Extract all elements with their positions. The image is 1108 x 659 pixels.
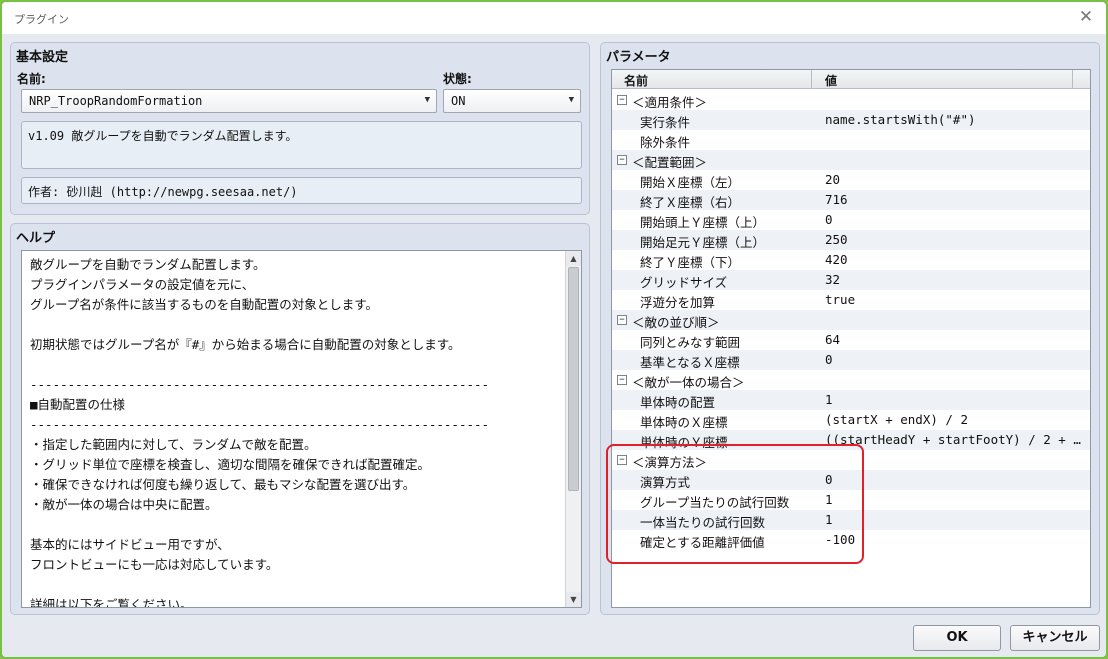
parameter-row[interactable]: 終了Ｙ座標（下） 420: [612, 250, 1090, 270]
parameter-name: グリッドサイズ: [640, 275, 728, 290]
parameter-row[interactable]: 開始頭上Ｙ座標（上） 0: [612, 210, 1090, 230]
parameter-name: 除外条件: [640, 135, 691, 150]
scroll-down-icon[interactable]: ▼: [566, 592, 581, 607]
collapse-icon[interactable]: −: [617, 155, 627, 165]
dialog-body: 基本設定 名前: NRP_TroopRandomFormation ▼ 状態: …: [2, 34, 1106, 657]
plugin-name-select[interactable]: NRP_TroopRandomFormation ▼: [21, 89, 437, 113]
cancel-button[interactable]: キャンセル: [1010, 625, 1100, 651]
close-icon[interactable]: ✕: [1076, 7, 1096, 27]
description-field[interactable]: v1.09 敵グループを自動でランダム配置します。: [21, 121, 582, 169]
chevron-down-icon: ▼: [424, 95, 430, 105]
parameter-name: 単体時の配置: [640, 395, 716, 410]
help-group: ヘルプ 敵グループを自動でランダム配置します。 プラグインパラメータの設定値を元…: [10, 223, 590, 615]
parameter-name: 開始Ｘ座標（左）: [640, 175, 741, 190]
status-value: ON: [451, 94, 466, 108]
help-scrollbar[interactable]: ▲ ▼: [565, 251, 581, 607]
parameter-name: ＜敵の並び順＞: [632, 315, 720, 330]
parameter-row[interactable]: 単体時の配置 1: [612, 390, 1090, 410]
help-text-area[interactable]: 敵グループを自動でランダム配置します。 プラグインパラメータの設定値を元に、 グ…: [21, 250, 582, 608]
parameter-group-row[interactable]: − ＜敵の並び順＞: [612, 310, 1090, 330]
scroll-up-icon[interactable]: ▲: [566, 251, 581, 266]
parameter-value: 32: [825, 272, 841, 287]
plugin-dialog: プラグイン ✕ 基本設定 名前: NRP_TroopRandomFormatio…: [0, 0, 1108, 659]
parameter-name: 基準となるＸ座標: [640, 355, 740, 370]
collapse-icon[interactable]: −: [617, 95, 627, 105]
column-header-name[interactable]: 名前: [624, 72, 648, 89]
collapse-icon[interactable]: −: [617, 375, 627, 385]
parameter-row[interactable]: 実行条件 name.startsWith("#"): [612, 110, 1090, 130]
parameter-name: ＜敵が一体の場合＞: [632, 375, 745, 390]
parameter-value: 1: [825, 392, 833, 407]
title-bar: プラグイン ✕: [2, 2, 1106, 34]
parameter-group-row[interactable]: − ＜配置範囲＞: [612, 150, 1090, 170]
parameter-value: 64: [825, 332, 841, 347]
highlight-box: [606, 444, 864, 564]
parameter-row[interactable]: 除外条件: [612, 130, 1090, 150]
help-text: 敵グループを自動でランダム配置します。 プラグインパラメータの設定値を元に、 グ…: [30, 257, 490, 608]
scroll-thumb[interactable]: [568, 267, 579, 491]
author-field[interactable]: 作者: 砂川赳 (http://newpg.seesaa.net/): [21, 177, 582, 204]
parameter-value: 0: [825, 352, 833, 367]
parameter-name: 開始足元Ｙ座標（上）: [640, 235, 766, 250]
parameter-row[interactable]: 終了Ｘ座標（右） 716: [612, 190, 1090, 210]
column-header-value[interactable]: 値: [825, 72, 837, 89]
parameter-name: 浮遊分を加算: [640, 295, 716, 310]
grid-header: 名前 値: [612, 70, 1090, 89]
help-title: ヘルプ: [16, 231, 56, 246]
parameter-name: 実行条件: [640, 115, 691, 130]
author-text: 作者: 砂川赳 (http://newpg.seesaa.net/): [28, 185, 298, 199]
parameter-row[interactable]: 開始Ｘ座標（左） 20: [612, 170, 1090, 190]
parameter-group-row[interactable]: − ＜適用条件＞: [612, 90, 1090, 110]
parameters-title: パラメータ: [606, 50, 671, 65]
parameter-value: (startX + endX) / 2: [825, 412, 968, 427]
name-label: 名前:: [17, 72, 46, 86]
parameter-name: 開始頭上Ｙ座標（上）: [640, 215, 766, 230]
parameter-row[interactable]: 同列とみなす範囲 64: [612, 330, 1090, 350]
parameter-value: 716: [825, 192, 848, 207]
status-label: 状態:: [443, 72, 472, 86]
parameter-value: true: [825, 292, 856, 307]
basic-settings-group: 基本設定 名前: NRP_TroopRandomFormation ▼ 状態: …: [10, 42, 590, 215]
parameter-name: 終了Ｙ座標（下）: [640, 255, 741, 270]
description-text: v1.09 敵グループを自動でランダム配置します。: [28, 129, 298, 143]
column-divider[interactable]: [811, 70, 812, 89]
status-select[interactable]: ON ▼: [443, 89, 581, 113]
parameter-row[interactable]: 基準となるＸ座標 0: [612, 350, 1090, 370]
parameter-value: 20: [825, 172, 841, 187]
plugin-name-value: NRP_TroopRandomFormation: [29, 94, 203, 108]
parameter-row[interactable]: グリッドサイズ 32: [612, 270, 1090, 290]
parameter-value: 420: [825, 252, 848, 267]
parameter-name: ＜適用条件＞: [632, 95, 708, 110]
parameter-value: ((startHeadY + startFootY) / 2 + e…: [825, 432, 1083, 447]
parameter-value: 250: [825, 232, 848, 247]
chevron-down-icon: ▼: [568, 95, 574, 105]
parameter-name: 単体時のＸ座標: [640, 415, 728, 430]
collapse-icon[interactable]: −: [617, 315, 627, 325]
column-divider[interactable]: [1072, 70, 1073, 89]
parameter-group-row[interactable]: − ＜敵が一体の場合＞: [612, 370, 1090, 390]
basic-settings-title: 基本設定: [16, 50, 69, 65]
window-title: プラグイン: [14, 13, 69, 26]
parameter-value: name.startsWith("#"): [825, 112, 976, 127]
parameter-name: 同列とみなす範囲: [640, 335, 741, 350]
parameter-row[interactable]: 浮遊分を加算 true: [612, 290, 1090, 310]
parameter-name: 終了Ｘ座標（右）: [640, 195, 741, 210]
parameter-row[interactable]: 開始足元Ｙ座標（上） 250: [612, 230, 1090, 250]
parameter-row[interactable]: 単体時のＸ座標 (startX + endX) / 2: [612, 410, 1090, 430]
ok-button[interactable]: OK: [913, 625, 1001, 651]
parameter-value: 0: [825, 212, 833, 227]
parameter-name: ＜配置範囲＞: [632, 155, 708, 170]
